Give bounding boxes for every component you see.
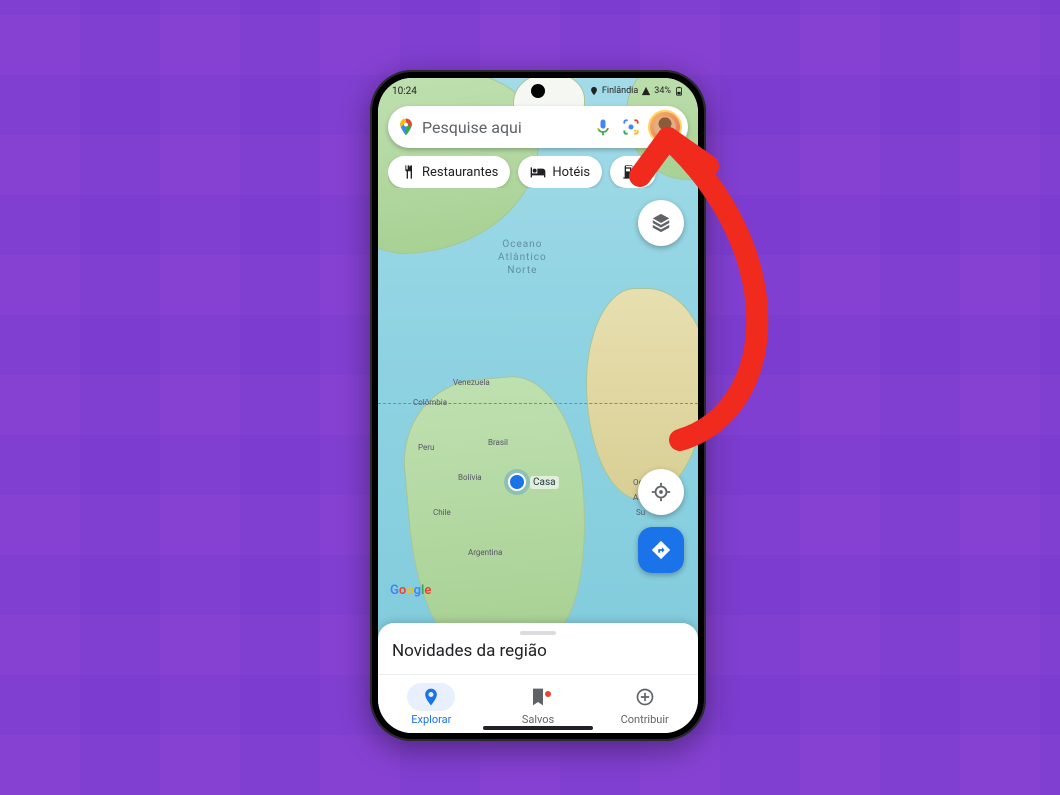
nav-contribute[interactable]: Contribuir <box>591 675 698 733</box>
gesture-bar <box>483 726 593 730</box>
notification-badge-icon <box>545 691 551 697</box>
ocean-label-line: Norte <box>498 264 547 277</box>
country-label: Chile <box>433 508 451 517</box>
country-label: Venezuela <box>453 378 490 387</box>
country-label: Brasil <box>488 438 508 447</box>
location-status-icon <box>589 86 599 96</box>
map-africa <box>586 288 698 500</box>
chip-restaurants[interactable]: Restaurantes <box>388 156 510 188</box>
chip-gas[interactable] <box>610 156 656 188</box>
nav-explore[interactable]: Explorar <box>378 675 485 733</box>
google-lens-button[interactable] <box>620 116 642 138</box>
directions-button[interactable] <box>638 527 684 573</box>
google-maps-pin-icon <box>396 117 416 137</box>
hotel-icon <box>530 164 546 180</box>
chip-hotels[interactable]: Hotéis <box>518 156 602 188</box>
phone-screen: 10:24 Finlândia 34% Ocea <box>378 78 698 733</box>
country-label: Su <box>636 508 645 517</box>
crosshair-icon <box>650 481 672 503</box>
country-label: Colômbia <box>413 398 447 407</box>
plus-circle-icon <box>635 687 655 707</box>
google-watermark: Google <box>390 583 431 598</box>
tutorial-stage: 10:24 Finlândia 34% Ocea <box>0 0 1060 795</box>
country-label: Argentina <box>468 548 502 557</box>
my-location-button[interactable] <box>638 469 684 515</box>
ocean-label-line: Atlântico <box>498 251 547 264</box>
country-label: Peru <box>418 443 434 452</box>
home-label: Casa <box>530 476 559 489</box>
status-time: 10:24 <box>392 86 417 97</box>
avatar-profile-button[interactable] <box>648 110 682 144</box>
voice-search-button[interactable] <box>592 116 614 138</box>
status-right-cluster: Finlândia 34% <box>589 86 684 96</box>
layers-icon <box>650 212 672 234</box>
signal-icon <box>641 86 651 96</box>
search-placeholder[interactable]: Pesquise aqui <box>422 118 586 137</box>
chip-label: Hotéis <box>552 165 590 180</box>
nav-saved[interactable]: Salvos <box>485 675 592 733</box>
bottom-sheet[interactable]: Novidades da região <box>378 623 698 675</box>
microphone-icon <box>593 117 613 137</box>
status-carrier: Finlândia <box>602 86 638 96</box>
ocean-label: Oceano Atlântico Norte <box>498 238 547 277</box>
status-battery-text: 34% <box>654 86 671 96</box>
gas-icon <box>622 164 638 180</box>
bookmark-icon <box>528 687 548 707</box>
sheet-title: Novidades da região <box>392 641 684 661</box>
nav-label: Contribuir <box>621 713 669 726</box>
battery-icon <box>674 86 684 96</box>
restaurant-icon <box>400 164 416 180</box>
camera-punch-hole <box>531 84 545 98</box>
phone-frame: 10:24 Finlândia 34% Ocea <box>370 70 706 741</box>
category-chip-row[interactable]: Restaurantes Hotéis <box>388 156 698 188</box>
lens-icon <box>621 117 641 137</box>
sheet-drag-handle[interactable] <box>520 631 556 635</box>
nav-label: Explorar <box>411 713 451 726</box>
ocean-label-line: Oceano <box>498 238 547 251</box>
directions-icon <box>650 539 672 561</box>
home-dot-icon <box>508 473 526 491</box>
search-bar[interactable]: Pesquise aqui <box>388 106 688 148</box>
country-label: Bolívia <box>458 473 482 482</box>
nav-label: Salvos <box>522 713 554 726</box>
home-location-pin[interactable]: Casa <box>508 473 559 491</box>
chip-label: Restaurantes <box>422 165 498 180</box>
map-layers-button[interactable] <box>638 200 684 246</box>
bottom-navigation: Explorar Salvos Contribuir <box>378 674 698 733</box>
pin-icon <box>421 687 441 707</box>
